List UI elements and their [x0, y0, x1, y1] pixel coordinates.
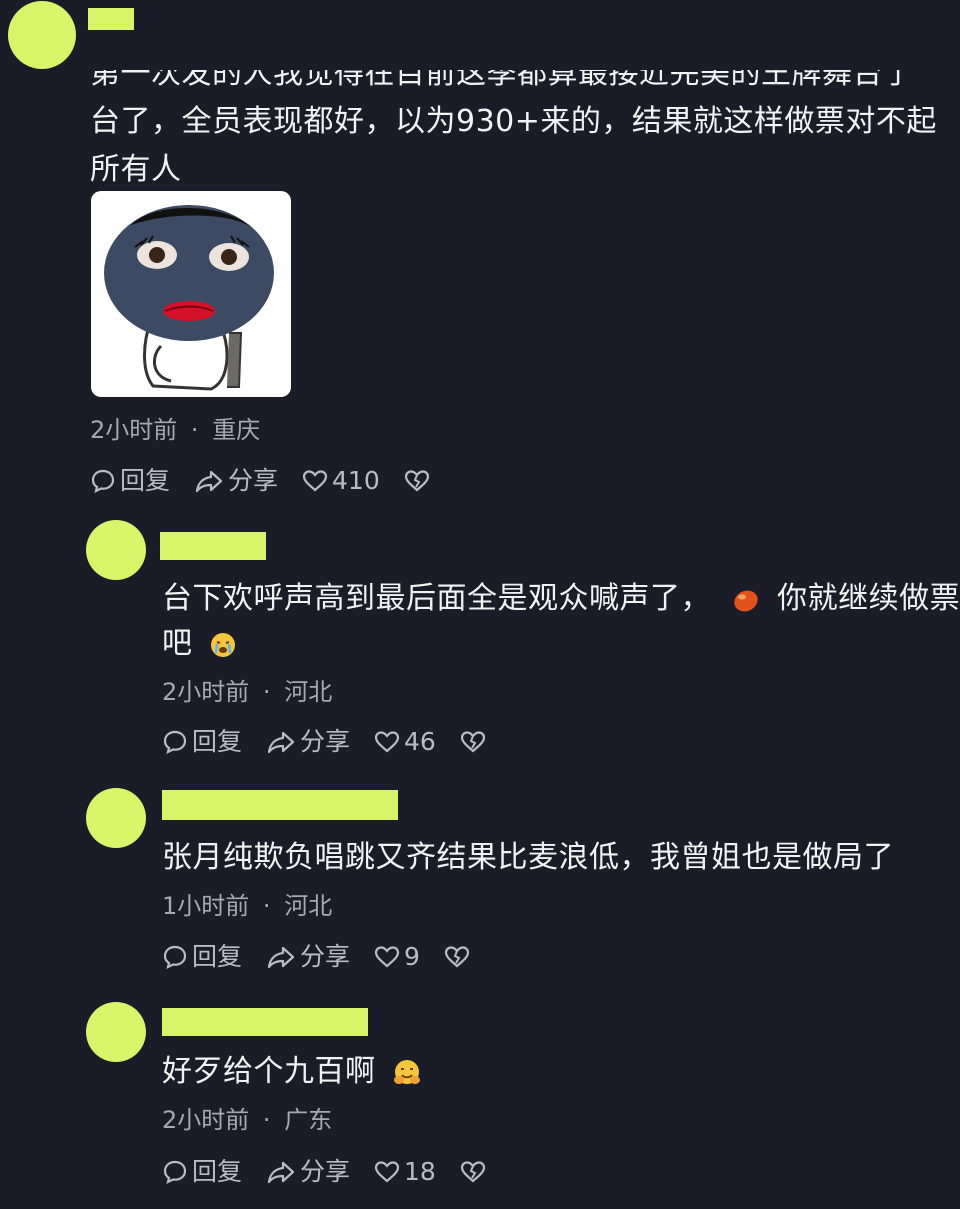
comment-text-line: 好歹给个九百啊	[162, 1050, 422, 1094]
heart-icon	[374, 731, 400, 753]
comment-text: 你就继续做票	[777, 581, 960, 616]
like-button[interactable]: 9	[374, 942, 420, 972]
avatar[interactable]	[86, 520, 146, 580]
broken-heart-icon	[444, 946, 470, 968]
meme-face-sticker[interactable]	[91, 191, 291, 397]
reply-label: 回复	[120, 466, 171, 495]
share-button[interactable]: 分享	[266, 727, 350, 757]
comment-meta: 2小时前 · 河北	[162, 677, 332, 707]
hugging-face-emoji-icon	[393, 1059, 420, 1084]
reply-label: 回复	[192, 1157, 243, 1186]
share-label: 分享	[228, 466, 279, 495]
comment-actions: 回复 分享 410	[90, 466, 458, 496]
dislike-button[interactable]	[404, 469, 434, 493]
reply-bubble-icon	[163, 730, 187, 755]
comment-text-line: 台下欢呼声高到最后面全是观众喊声了， 你就继续做票	[162, 577, 960, 621]
comment-actions: 回复 分享 46	[162, 727, 514, 757]
share-label: 分享	[300, 942, 351, 971]
share-button[interactable]: 分享	[194, 466, 278, 496]
share-arrow-icon	[267, 731, 295, 754]
share-arrow-icon	[267, 1161, 295, 1184]
username-redacted[interactable]	[162, 790, 398, 820]
heart-icon	[374, 946, 400, 968]
comment-meta: 2小时前 · 广东	[162, 1105, 332, 1135]
comment-time: 1小时前	[162, 892, 250, 920]
comment-location: 河北	[284, 892, 333, 920]
like-button[interactable]: 46	[374, 727, 436, 757]
reply-button[interactable]: 回复	[162, 1157, 242, 1187]
reply-label: 回复	[192, 942, 243, 971]
comment-text: 吧	[162, 626, 193, 661]
share-arrow-icon	[267, 946, 295, 969]
comment-time: 2小时前	[162, 678, 250, 706]
reply-bubble-icon	[163, 1160, 187, 1185]
share-label: 分享	[300, 727, 351, 756]
meta-separator: ·	[262, 678, 271, 706]
like-count: 46	[404, 727, 436, 756]
comment-text-line: 所有人	[90, 152, 182, 187]
reply-bubble-icon	[91, 469, 115, 494]
comment-text-line: 第一次发的人我觉得在目前这季都算最接近完美的王牌舞台了	[90, 56, 914, 91]
like-count: 18	[404, 1157, 436, 1186]
comment-location: 河北	[284, 678, 333, 706]
share-button[interactable]: 分享	[266, 942, 350, 972]
comment-text-line: 台了，全员表现都好，以为930+来的，结果就这样做票对不起	[90, 104, 937, 139]
heart-icon	[374, 1161, 400, 1183]
avatar[interactable]	[8, 1, 76, 69]
dislike-button[interactable]	[460, 1160, 490, 1184]
comment-actions: 回复 分享 9	[162, 942, 498, 972]
meta-separator: ·	[190, 416, 199, 444]
comment-location: 重庆	[212, 416, 261, 444]
username-redacted[interactable]	[88, 8, 134, 30]
comment-meta: 2小时前 · 重庆	[90, 415, 260, 445]
like-button[interactable]: 18	[374, 1157, 436, 1187]
like-count: 9	[404, 942, 420, 971]
like-count: 410	[332, 466, 380, 495]
comment-time: 2小时前	[162, 1106, 250, 1134]
like-button[interactable]: 410	[302, 466, 380, 496]
meta-separator: ·	[262, 892, 271, 920]
reply-button[interactable]: 回复	[162, 942, 242, 972]
reply-bubble-icon	[163, 945, 187, 970]
heart-icon	[302, 470, 328, 492]
dislike-button[interactable]	[444, 945, 474, 969]
comment-text: 台下欢呼声高到最后面全是观众喊声了，	[162, 581, 711, 616]
comment-location: 广东	[284, 1106, 333, 1134]
comment-actions: 回复 分享 18	[162, 1157, 514, 1187]
username-redacted[interactable]	[162, 1008, 368, 1036]
share-label: 分享	[300, 1157, 351, 1186]
comment-thread: 第一次发的人我觉得在目前这季都算最接近完美的王牌舞台了 台了，全员表现都好，以为…	[0, 0, 960, 1209]
comment-text-line: 吧	[162, 622, 237, 666]
avatar[interactable]	[86, 788, 146, 848]
comment-time: 2小时前	[90, 416, 178, 444]
share-arrow-icon	[195, 470, 223, 493]
mango-emoji-icon	[734, 590, 758, 611]
reply-button[interactable]: 回复	[90, 466, 170, 496]
broken-heart-icon	[404, 470, 429, 492]
broken-heart-icon	[460, 731, 485, 753]
share-button[interactable]: 分享	[266, 1157, 350, 1187]
broken-heart-icon	[460, 1161, 485, 1183]
comment-meta: 1小时前 · 河北	[162, 891, 332, 921]
meta-separator: ·	[262, 1106, 271, 1134]
avatar[interactable]	[86, 1002, 146, 1062]
comment-text: 张月纯欺负唱跳又齐结果比麦浪低，我曾姐也是做局了	[162, 840, 894, 875]
comment-text: 好歹给个九百啊	[162, 1054, 376, 1089]
reply-label: 回复	[192, 727, 243, 756]
dislike-button[interactable]	[460, 730, 490, 754]
username-redacted[interactable]	[160, 532, 266, 560]
reply-button[interactable]: 回复	[162, 727, 242, 757]
crying-face-emoji-icon	[210, 632, 235, 657]
